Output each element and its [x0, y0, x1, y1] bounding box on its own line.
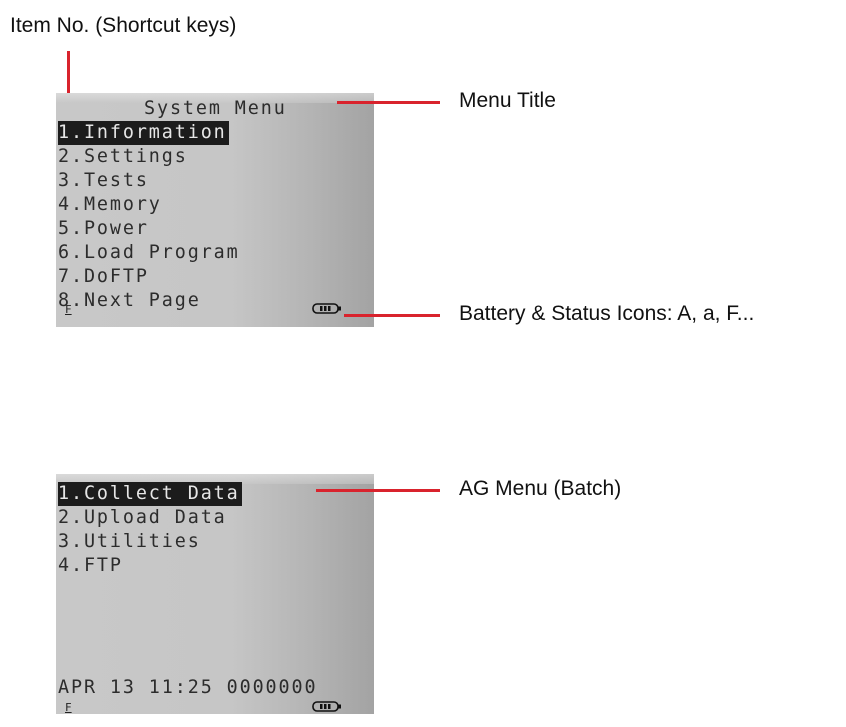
system-menu-title: System Menu [144, 98, 287, 119]
battery-icon [312, 701, 341, 712]
battery-icon [312, 303, 341, 314]
menu-item-tests[interactable]: 3.Tests [58, 169, 149, 193]
system-menu-screen: System Menu 1.Information 2.Settings 3.T… [56, 93, 374, 327]
function-status-icon: F [65, 701, 72, 714]
menu-item-upload-data[interactable]: 2.Upload Data [58, 506, 227, 530]
ag-menu-leader-line [316, 489, 440, 492]
menu-item-information[interactable]: 1.Information [58, 121, 229, 145]
menu-item-load-program[interactable]: 6.Load Program [58, 241, 240, 265]
menu-item-utilities[interactable]: 3.Utilities [58, 530, 201, 554]
battery-leader-line [344, 314, 440, 317]
menu-item-settings[interactable]: 2.Settings [58, 145, 188, 169]
menu-item-collect-data[interactable]: 1.Collect Data [58, 482, 242, 506]
ag-menu-screen: 1.Collect Data 2.Upload Data 3.Utilities… [56, 474, 374, 714]
battery-status-caption: Battery & Status Icons: A, a, F... [459, 302, 755, 325]
item-no-caption: Item No. (Shortcut keys) [10, 14, 237, 37]
menu-item-next-page[interactable]: 8.Next Page [58, 289, 201, 313]
status-line: APR 13 11:25 0000000 [58, 677, 318, 698]
menu-item-ftp[interactable]: 4.FTP [58, 554, 123, 578]
menu-item-power[interactable]: 5.Power [58, 217, 149, 241]
menu-title-caption: Menu Title [459, 89, 556, 112]
function-status-icon: F [65, 303, 72, 316]
menu-title-leader-line [337, 101, 440, 104]
menu-item-memory[interactable]: 4.Memory [58, 193, 162, 217]
ag-menu-caption: AG Menu (Batch) [459, 477, 622, 500]
menu-item-doftp[interactable]: 7.DoFTP [58, 265, 149, 289]
